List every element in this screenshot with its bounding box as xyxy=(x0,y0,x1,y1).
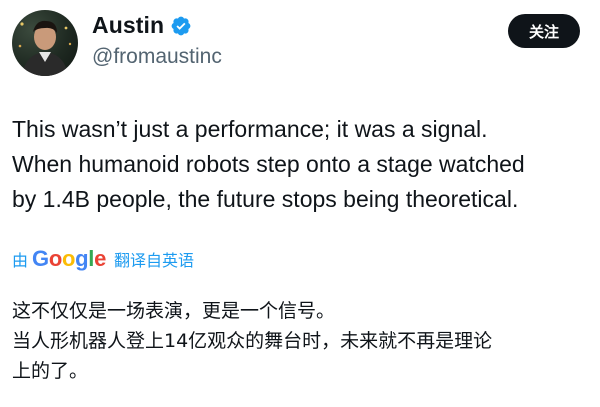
avatar-photo-icon xyxy=(18,20,72,76)
author-avatar[interactable] xyxy=(12,10,78,76)
translated-from-label[interactable]: 翻译自英语 xyxy=(114,247,194,271)
follow-button[interactable]: 关注 xyxy=(508,14,580,48)
translation-prefix: 由 xyxy=(12,251,29,270)
tweet-text-line: When humanoid robots step onto a stage w… xyxy=(12,151,525,177)
translated-text-line: 上的了。 xyxy=(12,360,89,382)
google-logo-letter: G xyxy=(32,246,49,271)
translated-tweet-text: 这不仅仅是一场表演，更是一个信号。 当人形机器人登上14亿观众的舞台时，未来就不… xyxy=(12,296,592,386)
tweet-card: Austin @fromaustinc 关注 This wasn’t just … xyxy=(0,0,600,407)
verified-badge-icon xyxy=(171,16,191,35)
google-logo-letter: o xyxy=(61,246,76,271)
tweet-text-line: This wasn’t just a performance; it was a… xyxy=(12,116,488,142)
translated-text-line: 这不仅仅是一场表演，更是一个信号。 xyxy=(12,300,336,322)
translation-attribution[interactable]: 由 Google 翻译自英语 xyxy=(12,246,194,272)
author-handle[interactable]: @fromaustinc xyxy=(92,45,222,69)
translated-text-line: 当人形机器人登上14亿观众的舞台时，未来就不再是理论 xyxy=(12,330,493,352)
author-name-row: Austin xyxy=(92,12,192,39)
google-logo-letter: g xyxy=(75,246,89,271)
google-logo-letter: e xyxy=(94,246,106,271)
google-logo-letter: o xyxy=(48,246,62,271)
google-logo: Google xyxy=(32,246,106,272)
author-display-name[interactable]: Austin xyxy=(92,12,164,39)
tweet-text-line: by 1.4B people, the future stops being t… xyxy=(12,186,519,212)
tweet-text: This wasn’t just a performance; it was a… xyxy=(12,112,592,217)
